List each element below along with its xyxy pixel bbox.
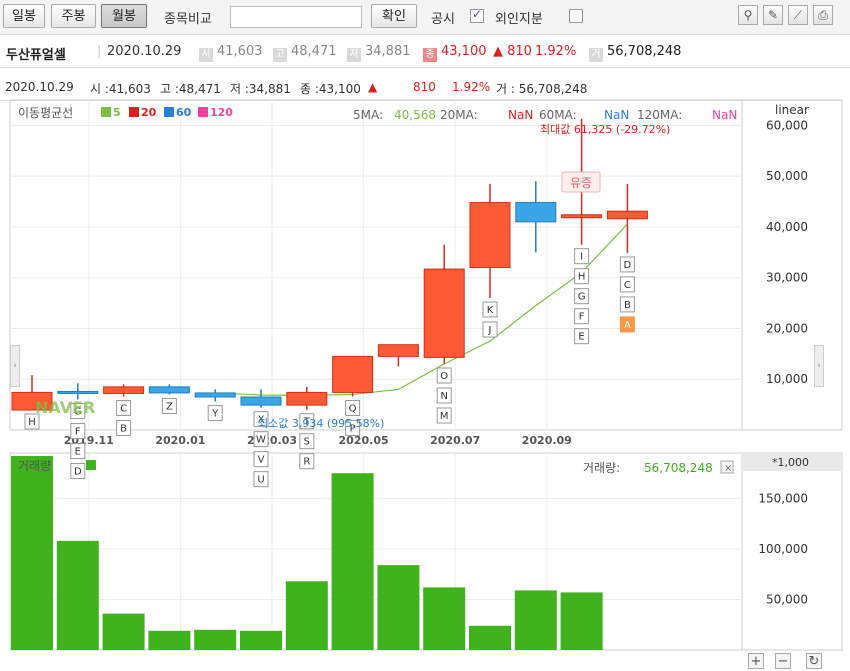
volume-bar (148, 630, 191, 650)
volume-bar (331, 473, 374, 650)
candle-body (286, 391, 328, 406)
event-marker-label: V (258, 455, 265, 466)
ma5-legend: 5 (113, 106, 121, 119)
event-marker-label: E (75, 447, 81, 458)
event-marker-label: F (75, 427, 81, 438)
volume-unit: *1,000 (772, 456, 809, 469)
ma-legend-title: 이동평균선 (18, 106, 73, 120)
zoom-in-button[interactable]: + (748, 653, 764, 669)
scale-mode[interactable]: linear (775, 103, 809, 117)
stock-chart: 10,00020,00030,00040,00050,00060,0002019… (9, 99, 843, 651)
price-tick-label: 10,000 (766, 372, 808, 386)
event-marker-label: R (303, 457, 310, 468)
volume-tick-label: 100,000 (758, 542, 808, 556)
volume-bar (56, 540, 99, 650)
volume-bar (11, 456, 53, 650)
volume-close-glyph: × (724, 463, 732, 474)
ma20-value: NaN (508, 108, 533, 122)
x-tick-label: 2020.07 (430, 434, 480, 447)
event-marker-label: A (624, 320, 631, 331)
ma5-text: 5MA: (353, 108, 383, 122)
candle-body (240, 396, 282, 406)
event-marker-label: H (28, 417, 36, 428)
volume-tick-label: 150,000 (758, 491, 808, 505)
event-marker-label: O (440, 371, 448, 382)
event-marker-label: B (624, 300, 631, 311)
volume-bar (514, 590, 557, 650)
candle-body (515, 202, 557, 223)
event-marker-label: G (578, 292, 586, 303)
volume-bar (102, 613, 145, 650)
candle-body (377, 344, 419, 357)
ma20-text: 20MA: (440, 108, 478, 122)
volume-panel-title: 거래량 (18, 459, 51, 473)
event-marker-label: I (580, 252, 583, 263)
event-marker-label: Q (349, 403, 357, 414)
ma60-legend: 60 (176, 106, 192, 119)
ma5-swatch (101, 107, 111, 117)
price-tick-label: 40,000 (766, 220, 808, 234)
zoom-out-button[interactable]: − (775, 653, 791, 669)
candle-body (57, 390, 99, 394)
volume-text: 거래량: (583, 461, 620, 475)
x-tick-label: 2020.01 (155, 434, 205, 447)
ma120-swatch (198, 107, 208, 117)
ma120-value: NaN (712, 108, 737, 122)
candle-body (469, 202, 511, 269)
price-tick-label: 50,000 (766, 169, 808, 183)
candle-body (148, 386, 190, 394)
price-tick-label: 30,000 (766, 271, 808, 285)
event-marker-label: H (578, 272, 586, 283)
volume-bar (469, 625, 511, 650)
candle-body (332, 355, 374, 393)
event-marker-label: D (624, 260, 632, 271)
ma20-swatch (129, 107, 139, 117)
x-tick-label: 2020.09 (522, 434, 572, 447)
volume-bar (560, 592, 603, 650)
ma60-value: NaN (604, 108, 629, 122)
volume-bar (285, 581, 328, 650)
event-marker-label: J (488, 325, 492, 336)
event-marker-label: E (578, 332, 584, 343)
volume-current: 56,708,248 (644, 461, 713, 475)
ma120-text: 120MA: (637, 108, 682, 122)
event-marker-label: S (304, 437, 310, 448)
volume-bar (194, 629, 237, 650)
rights-issue-badge[interactable]: 유증 (570, 176, 592, 190)
event-marker-label: Z (166, 401, 173, 412)
event-marker-label: C (624, 280, 631, 291)
ma120-legend: 120 (210, 106, 233, 119)
volume-bar (423, 587, 466, 650)
ma5-value: 40,568 (394, 108, 436, 122)
volume-tick-label: 50,000 (766, 592, 808, 606)
event-marker-label: W (256, 435, 266, 446)
candle-body (561, 214, 603, 219)
price-tick-label: 60,000 (766, 118, 808, 132)
ma5-line (215, 223, 628, 397)
candle-body (606, 210, 648, 220)
event-marker-label: B (120, 423, 127, 434)
volume-bar (377, 565, 420, 650)
event-marker-label: D (74, 467, 82, 478)
volume-swatch (86, 460, 96, 470)
price-tick-label: 20,000 (766, 321, 808, 335)
candle-body (194, 392, 236, 398)
ma60-text: 60MA: (539, 108, 577, 122)
naver-watermark: NAVER (35, 398, 95, 417)
event-marker-label: N (440, 391, 447, 402)
reset-icon[interactable]: ↻ (806, 653, 822, 669)
event-marker-label: U (257, 475, 264, 486)
max-value-note: 최대값 61,325 (-29.72%) (540, 123, 670, 136)
ma60-swatch (164, 107, 174, 117)
event-marker-label: K (487, 305, 494, 316)
event-marker-label: F (579, 312, 585, 323)
volume-bar (240, 630, 282, 650)
min-value-note: 최소값 3,934 (995.58%) (258, 417, 384, 430)
event-marker-label: C (120, 403, 127, 414)
event-marker-label: Y (211, 409, 219, 420)
ma20-legend: 20 (141, 106, 157, 119)
event-marker-label: M (440, 411, 449, 422)
candle-body (423, 268, 465, 358)
candle-body (103, 386, 145, 394)
